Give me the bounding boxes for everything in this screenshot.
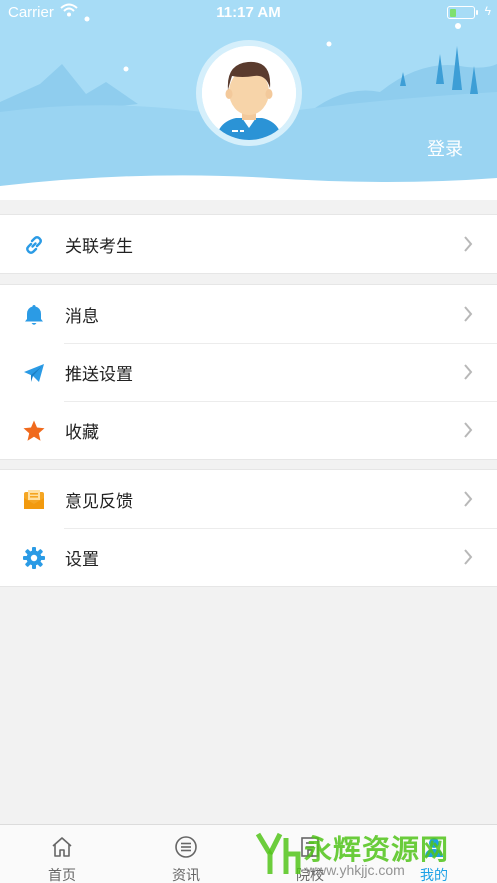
menu-item-label: 收藏 — [65, 422, 99, 442]
bottom-tab-bar: 首页 资讯 院校 我的 — [0, 824, 497, 883]
menu-group-3: 意见反馈 设置 — [0, 469, 497, 587]
tab-mine[interactable]: 我的 — [372, 825, 496, 883]
login-button[interactable]: 登录 — [427, 135, 463, 161]
menu-item-messages[interactable]: 消息 — [0, 285, 497, 343]
tab-schools[interactable]: 院校 — [248, 825, 372, 883]
clock: 11:17 AM — [216, 4, 281, 21]
star-icon — [23, 420, 45, 441]
tab-home[interactable]: 首页 — [0, 825, 124, 883]
menu-group-1: 关联考生 — [0, 214, 497, 274]
menu-item-label: 意见反馈 — [65, 491, 133, 511]
menu-item-label: 设置 — [65, 549, 99, 569]
home-icon — [52, 837, 72, 857]
paper-plane-icon — [24, 364, 44, 382]
chevron-right-icon — [464, 549, 473, 565]
battery-icon — [447, 6, 478, 19]
menu-item-favorites[interactable]: 收藏 — [0, 401, 497, 459]
menu-item-push-settings[interactable]: 推送设置 — [0, 343, 497, 401]
tab-news[interactable]: 资讯 — [124, 825, 248, 883]
menu-item-settings[interactable]: 设置 — [0, 528, 497, 586]
link-icon — [26, 236, 42, 254]
menu-group-2: 消息 推送设置 收藏 — [0, 284, 497, 460]
list-icon — [175, 836, 197, 858]
user-avatar-icon — [202, 46, 296, 140]
menu-item-link-examinee[interactable]: 关联考生 — [0, 215, 497, 273]
avatar[interactable] — [196, 40, 302, 146]
chevron-right-icon — [464, 364, 473, 380]
bell-icon — [25, 305, 43, 325]
menu-item-label: 消息 — [65, 306, 99, 326]
profile-header: Carrier 11:17 AM ϟ 登录 — [0, 0, 497, 200]
school-icon — [301, 837, 319, 857]
tab-label: 我的 — [420, 867, 448, 883]
tab-label: 院校 — [296, 867, 324, 883]
chevron-right-icon — [464, 422, 473, 438]
chevron-right-icon — [464, 491, 473, 507]
tab-label: 首页 — [48, 867, 76, 883]
gear-icon — [23, 547, 45, 569]
menu-item-label: 关联考生 — [65, 236, 133, 256]
tab-label: 资讯 — [172, 867, 200, 883]
mail-icon — [24, 490, 44, 509]
person-icon — [425, 838, 443, 857]
menu-item-label: 推送设置 — [65, 364, 133, 384]
charging-icon: ϟ — [484, 4, 491, 18]
status-bar: Carrier 11:17 AM ϟ — [0, 0, 497, 26]
chevron-right-icon — [464, 236, 473, 252]
menu-item-feedback[interactable]: 意见反馈 — [0, 470, 497, 528]
chevron-right-icon — [464, 306, 473, 322]
